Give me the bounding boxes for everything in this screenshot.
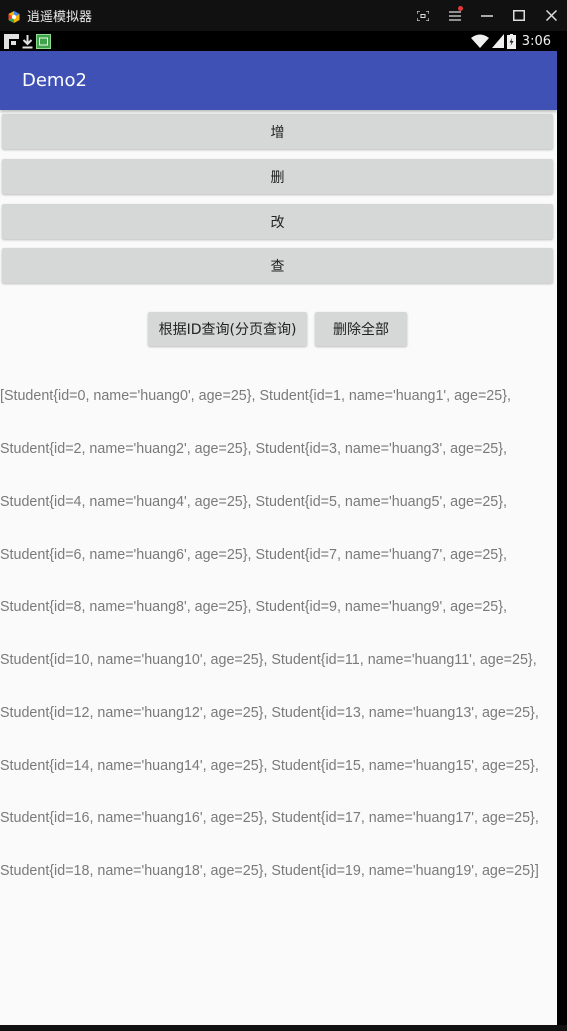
maximize-icon — [513, 10, 525, 21]
result-line: Student{id=14, name='huang14', age=25}, … — [0, 757, 539, 774]
minimize-button[interactable] — [471, 0, 503, 31]
result-line: Student{id=6, name='huang6', age=25}, St… — [0, 546, 507, 563]
content-area: 增 删 改 查 根据ID查询(分页查询) 删除全部 [Student{id=0,… — [0, 110, 557, 1025]
app-title: Demo2 — [22, 70, 87, 91]
query-button[interactable]: 查 — [2, 248, 553, 283]
close-icon — [545, 10, 557, 21]
result-line: Student{id=8, name='huang8', age=25}, St… — [0, 599, 507, 616]
result-line: Student{id=4, name='huang4', age=25}, St… — [0, 493, 507, 510]
clock: 3:06 — [521, 33, 551, 49]
sim-icon — [36, 33, 51, 49]
status-bar: 3:06 — [0, 31, 557, 51]
signal-icon — [491, 34, 504, 48]
result-line: Student{id=18, name='huang18', age=25}, … — [0, 863, 539, 880]
update-button[interactable]: 改 — [2, 204, 553, 239]
maximize-button[interactable] — [503, 0, 535, 31]
notification-f-icon — [4, 33, 19, 49]
emulator-logo-icon — [7, 9, 21, 23]
result-text: [Student{id=0, name='huang0', age=25}, S… — [0, 353, 557, 916]
battery-icon — [506, 33, 516, 49]
result-line: [Student{id=0, name='huang0', age=25}, S… — [0, 388, 511, 405]
query-by-id-button[interactable]: 根据ID查询(分页查询) — [148, 312, 307, 346]
emulator-bottom-edge — [0, 1025, 567, 1031]
emulator-side-edge — [557, 51, 567, 1031]
wifi-icon — [470, 34, 489, 48]
result-line: Student{id=16, name='huang16', age=25}, … — [0, 810, 539, 827]
fullscreen-icon — [417, 10, 429, 21]
add-button[interactable]: 增 — [2, 114, 553, 149]
download-icon — [22, 34, 33, 48]
emulator-title: 逍遥模拟器 — [27, 10, 93, 25]
result-line: Student{id=2, name='huang2', age=25}, St… — [0, 440, 507, 457]
fullscreen-button[interactable] — [407, 0, 439, 31]
menu-icon — [449, 10, 461, 21]
notification-dot — [458, 6, 463, 11]
app-bar: Demo2 — [0, 51, 557, 110]
result-line: Student{id=12, name='huang12', age=25}, … — [0, 704, 539, 721]
close-button[interactable] — [535, 0, 567, 31]
delete-all-button[interactable]: 删除全部 — [315, 312, 407, 346]
delete-button[interactable]: 删 — [2, 159, 553, 194]
result-line: Student{id=10, name='huang10', age=25}, … — [0, 652, 537, 669]
menu-button[interactable] — [439, 0, 471, 31]
emulator-title-bar[interactable]: 逍遥模拟器 — [0, 0, 567, 31]
minimize-icon — [481, 14, 493, 17]
